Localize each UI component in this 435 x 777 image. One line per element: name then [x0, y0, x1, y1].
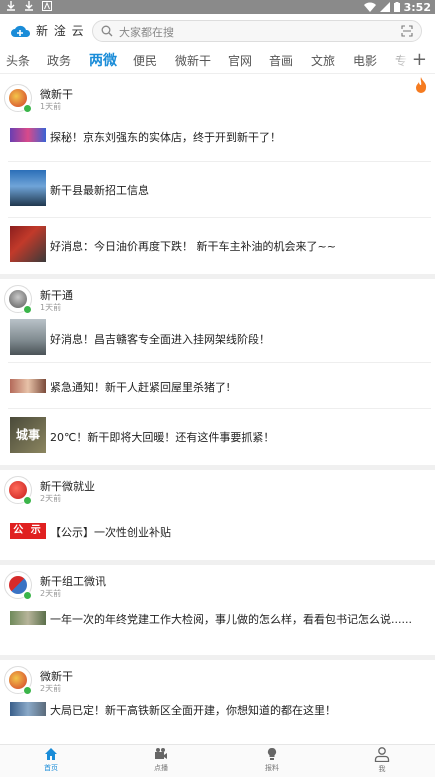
source-group: 新干组工微讯 2天前 一年一次的年终党建工作大检阅，事儿做的怎么样，看看包书记怎… [0, 565, 435, 660]
battery-icon [393, 2, 400, 12]
thumbnail-image [10, 319, 46, 355]
clock: 3:52 [403, 0, 431, 14]
thumbnail-image: 城事 [10, 417, 46, 453]
news-feed: 微新干 1天前 探秘！京东刘强东的实体店，终于开到新干了！ 新干县最新招工信息 … [0, 78, 435, 728]
source-name: 微新干 [40, 88, 73, 101]
cloud-logo-icon [11, 25, 31, 37]
video-icon [155, 748, 167, 759]
article-title: 好消息！昌吉赣客专全面进入挂网架线阶段！ [50, 333, 270, 346]
thumbnail-caption: 城事 [15, 428, 40, 442]
nav-label: 报料 [265, 764, 279, 772]
add-tab-icon[interactable]: + [412, 49, 427, 70]
source-time: 1天前 [40, 303, 62, 312]
thumbnail-image [10, 611, 46, 625]
logo-text: 新 淦 云 [36, 24, 85, 38]
tab-wenlv[interactable]: 文旅 [311, 52, 335, 69]
source-group: 微新干 2天前 大局已定！新干高铁新区全面开建，你想知道的都在这里！ [0, 660, 435, 728]
source-name: 微新干 [40, 670, 73, 683]
article-title: 【公示】一次性创业补贴 [50, 526, 171, 539]
nav-label: 首页 [44, 764, 58, 772]
status-bar: 3:52 [0, 0, 435, 14]
thumbnail-image [10, 226, 46, 262]
source-header[interactable]: 新干通 1天前 [0, 279, 435, 317]
thumbnail-image [10, 702, 46, 716]
tab-dianying[interactable]: 电影 [353, 52, 377, 69]
list-item[interactable]: 好消息！昌吉赣客专全面进入挂网架线阶段！ [8, 317, 431, 363]
tab-bianmin[interactable]: 便民 [133, 52, 157, 69]
article-title: 新干县最新招工信息 [50, 184, 149, 197]
download-icon [7, 1, 15, 11]
source-name: 新干微就业 [40, 480, 95, 493]
source-time: 2天前 [40, 684, 62, 693]
tab-liangwei[interactable]: 两微 [89, 50, 117, 70]
article-title: 大局已定！新干高铁新区全面开建，你想知道的都在这里！ [50, 704, 336, 717]
verified-badge-icon [23, 496, 32, 505]
nav-report[interactable]: 报料 [242, 747, 302, 773]
source-time: 1天前 [40, 102, 62, 111]
app-notification-icon [42, 1, 52, 11]
thumbnail-image [10, 379, 46, 393]
bulb-icon [267, 747, 277, 760]
list-item[interactable]: 探秘！京东刘强东的实体店，终于开到新干了！ [8, 116, 431, 162]
wifi-icon [363, 2, 376, 12]
search-icon [101, 25, 113, 37]
app-logo: 新 淦 云 [10, 22, 85, 39]
list-item[interactable]: 好消息：今日油价再度下跌！ 新干车主补油的机会来了~~ [8, 218, 431, 274]
article-title: 一年一次的年终党建工作大检阅，事儿做的怎么样，看看包书记怎么说...... [50, 613, 412, 626]
list-item[interactable]: 新干县最新招工信息 [8, 162, 431, 218]
bottom-navigation: 首页 点播 报料 我 [0, 744, 435, 777]
source-header[interactable]: 微新干 2天前 [0, 660, 435, 698]
list-item[interactable]: 紧急通知！新干人赶紧回屋里杀猪了! [8, 363, 431, 409]
article-title: 好消息：今日油价再度下跌！ 新干车主补油的机会来了~~ [50, 240, 336, 253]
tab-toutiao[interactable]: 头条 [6, 52, 30, 69]
article-title: 20℃！新干即将大回暖！还有这件事要抓紧！ [50, 431, 275, 444]
source-group: 新干通 1天前 好消息！昌吉赣客专全面进入挂网架线阶段！ 紧急通知！新干人赶紧回… [0, 279, 435, 470]
verified-badge-icon [23, 305, 32, 314]
source-name: 新干组工微讯 [40, 575, 106, 588]
list-item[interactable]: 公 示 【公示】一次性创业补贴 [8, 508, 431, 560]
source-header[interactable]: 新干组工微讯 2天前 [0, 565, 435, 603]
notice-badge: 公 示 [10, 523, 46, 539]
list-item[interactable]: 大局已定！新干高铁新区全面开建，你想知道的都在这里！ [8, 698, 431, 728]
search-placeholder: 大家都在搜 [119, 26, 174, 39]
nav-home[interactable]: 首页 [21, 747, 81, 773]
nav-label: 点播 [154, 764, 168, 772]
nav-label: 我 [378, 765, 386, 773]
scan-icon[interactable] [401, 25, 413, 37]
home-icon [45, 748, 57, 760]
list-item[interactable]: 一年一次的年终党建工作大检阅，事儿做的怎么样，看看包书记怎么说...... [8, 603, 431, 655]
source-group: 新干微就业 2天前 公 示 【公示】一次性创业补贴 [0, 470, 435, 565]
verified-badge-icon [23, 591, 32, 600]
source-time: 2天前 [40, 494, 62, 503]
source-group: 微新干 1天前 探秘！京东刘强东的实体店，终于开到新干了！ 新干县最新招工信息 … [0, 78, 435, 279]
article-title: 紧急通知！新干人赶紧回屋里杀猪了! [50, 381, 231, 394]
list-item[interactable]: 城事 20℃！新干即将大回暖！还有这件事要抓紧！ [8, 409, 431, 465]
tab-weixingan[interactable]: 微新干 [175, 52, 211, 69]
tab-guanwang[interactable]: 官网 [228, 52, 252, 69]
tab-yinhua[interactable]: 音画 [269, 52, 293, 69]
tab-zhengwu[interactable]: 政务 [47, 52, 71, 69]
source-header[interactable]: 微新干 1天前 [0, 78, 435, 116]
nav-video[interactable]: 点播 [131, 747, 191, 773]
person-icon [374, 747, 390, 762]
source-name: 新干通 [40, 289, 73, 302]
source-header[interactable]: 新干微就业 2天前 [0, 470, 435, 508]
category-tabs: 头条 政务 两微 便民 微新干 官网 音画 文旅 电影 专 + [0, 48, 435, 74]
verified-badge-icon [23, 686, 32, 695]
top-header: 新 淦 云 大家都在搜 [0, 14, 435, 48]
search-bar[interactable]: 大家都在搜 [92, 20, 422, 42]
download-icon [25, 1, 33, 11]
verified-badge-icon [23, 104, 32, 113]
nav-me[interactable]: 我 [352, 747, 412, 774]
thumbnail-image [10, 128, 46, 142]
source-time: 2天前 [40, 589, 62, 598]
tab-fade [387, 48, 409, 73]
article-title: 探秘！京东刘强东的实体店，终于开到新干了！ [50, 131, 281, 144]
signal-icon [379, 2, 390, 12]
thumbnail-image [10, 170, 46, 206]
